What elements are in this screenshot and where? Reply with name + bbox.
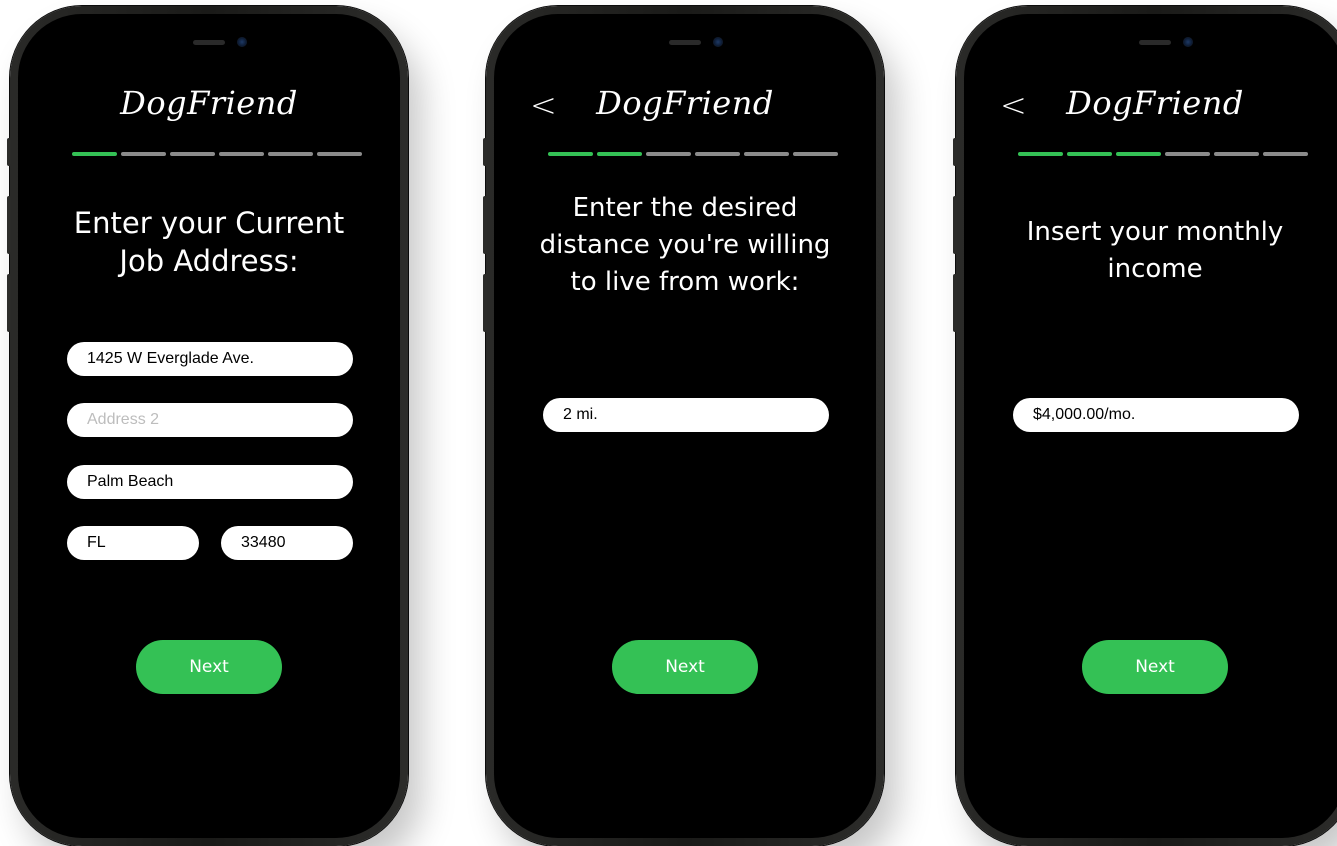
next-button[interactable]: Next: [612, 640, 758, 694]
progress-segment: [268, 152, 313, 156]
distance-input[interactable]: 2 mi.: [543, 398, 829, 432]
page-title: Enter your Current Job Address:: [73, 206, 345, 278]
side-button: [7, 138, 11, 166]
monthly-income-input[interactable]: $4,000.00/mo.: [1013, 398, 1299, 432]
progress-segment: [1165, 152, 1210, 156]
speaker-grille: [1139, 40, 1171, 45]
side-button: [953, 138, 957, 166]
progress-segment-complete: [1067, 152, 1112, 156]
progress-segment: [219, 152, 264, 156]
side-button: [7, 196, 11, 254]
progress-segment: [646, 152, 691, 156]
step-progress-bar: [72, 152, 362, 156]
camera-icon: [237, 37, 247, 47]
zip-input[interactable]: 33480: [221, 526, 353, 560]
side-button: [483, 196, 487, 254]
progress-segment: [793, 152, 838, 156]
progress-segment: [1263, 152, 1308, 156]
progress-segment: [121, 152, 166, 156]
app-logo: DogFriend: [596, 84, 774, 122]
phone-screen-income: < DogFriend Insert your monthly income $…: [953, 6, 1337, 846]
state-input[interactable]: FL: [67, 526, 199, 560]
phone-screen-distance: < DogFriend Enter the desired distance y…: [483, 6, 884, 846]
progress-segment: [695, 152, 740, 156]
next-button[interactable]: Next: [1082, 640, 1228, 694]
progress-segment-complete: [1116, 152, 1161, 156]
progress-segment-complete: [72, 152, 117, 156]
page-title: Insert your monthly income: [1026, 217, 1284, 284]
side-button: [953, 274, 957, 332]
step-progress-bar: [1018, 152, 1308, 156]
speaker-grille: [193, 40, 225, 45]
screen: < DogFriend Insert your monthly income $…: [964, 14, 1337, 838]
progress-segment: [744, 152, 789, 156]
progress-segment-complete: [1018, 152, 1063, 156]
app-logo: DogFriend: [1066, 84, 1244, 122]
progress-segment-complete: [548, 152, 593, 156]
progress-segment-complete: [597, 152, 642, 156]
address-line-2-input[interactable]: Address 2: [67, 403, 353, 437]
side-button: [7, 274, 11, 332]
progress-segment: [317, 152, 362, 156]
camera-icon: [1183, 37, 1193, 47]
screen: < DogFriend Enter the desired distance y…: [494, 14, 876, 838]
app-logo: DogFriend: [120, 84, 298, 122]
screen: DogFriend Enter your Current Job Address…: [18, 14, 400, 838]
address-line-1-input[interactable]: 1425 W Everglade Ave.: [67, 342, 353, 376]
camera-icon: [713, 37, 723, 47]
speaker-grille: [669, 40, 701, 45]
page-title: Enter the desired distance you're willin…: [539, 193, 831, 297]
side-button: [953, 196, 957, 254]
city-input[interactable]: Palm Beach: [67, 465, 353, 499]
side-button: [483, 138, 487, 166]
progress-segment: [1214, 152, 1259, 156]
next-button[interactable]: Next: [136, 640, 282, 694]
progress-segment: [170, 152, 215, 156]
phone-screen-job-address: DogFriend Enter your Current Job Address…: [7, 6, 408, 846]
side-button: [483, 274, 487, 332]
step-progress-bar: [548, 152, 838, 156]
